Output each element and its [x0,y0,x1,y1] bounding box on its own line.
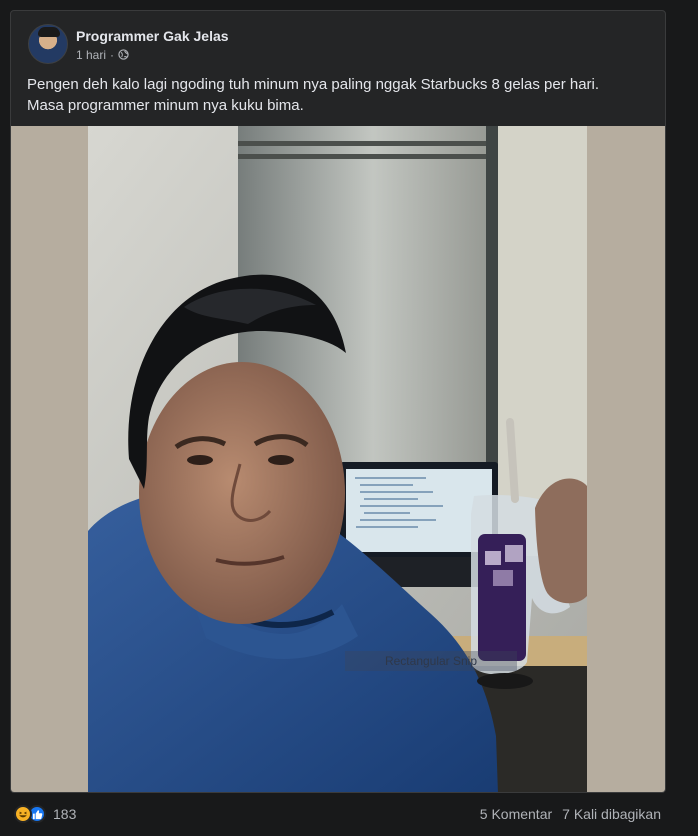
shares-link[interactable]: 7 Kali dibagikan [562,806,661,822]
author-name[interactable]: Programmer Gak Jelas [76,27,229,45]
reaction-count[interactable]: 183 [53,806,76,822]
engagement-links: 5 Komentar 7 Kali dibagikan [480,806,661,822]
haha-icon[interactable] [14,805,32,823]
selfie-photo-illustration [88,126,587,792]
reaction-icons[interactable] [14,805,46,823]
separator-dot: · [110,47,115,62]
post-text: Pengen deh kalo lagi ngoding tuh minum n… [27,74,647,116]
author-avatar[interactable] [28,24,68,64]
post-footer: 183 5 Komentar 7 Kali dibagikan [10,800,666,828]
globe-icon [118,49,129,60]
post-text-line-1: Pengen deh kalo lagi ngoding tuh minum n… [27,76,600,93]
post-meta: Programmer Gak Jelas 1 hari · [76,27,229,62]
post-photo[interactable]: Rectangular Snip [11,126,665,792]
thumbs-up-icon [32,809,42,819]
post-subline: 1 hari · [76,48,229,62]
post-header: Programmer Gak Jelas 1 hari · [28,23,229,65]
rectangular-snip-label: Rectangular Snip [345,651,517,671]
haha-face-icon [17,808,29,820]
comments-link[interactable]: 5 Komentar [480,806,552,822]
post-text-line-2: Masa programmer minum nya kuku bima. [27,97,304,114]
post-time[interactable]: 1 hari [76,48,106,62]
post-card: Programmer Gak Jelas 1 hari · Pengen deh… [10,10,666,793]
